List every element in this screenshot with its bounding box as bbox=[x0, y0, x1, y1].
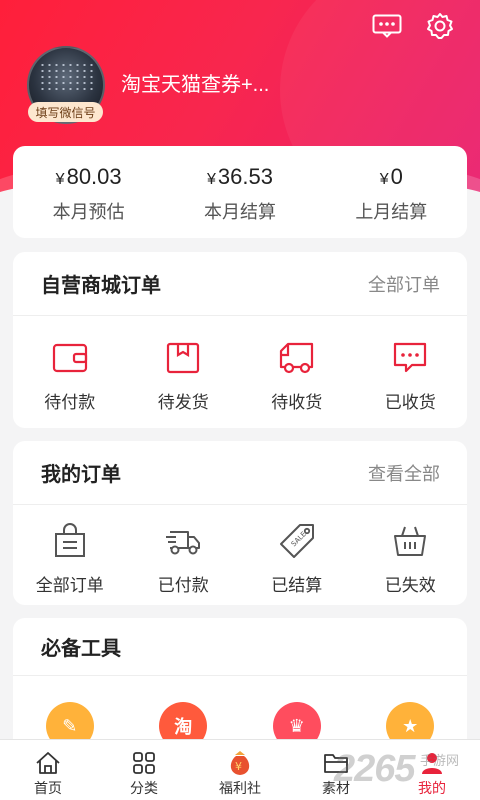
username: 淘宝天猫查券+... bbox=[121, 74, 270, 96]
tab-label: 我的 bbox=[418, 780, 446, 796]
message-icon bbox=[390, 338, 430, 378]
section-title: 我的订单 bbox=[41, 464, 121, 486]
stat-label: 本月预估 bbox=[52, 202, 125, 222]
earnings-card: ¥80.03 本月预估 ¥36.53 本月结算 ¥0 上月结算 bbox=[13, 146, 467, 238]
order-paid[interactable]: 已付款 bbox=[127, 505, 241, 605]
svg-text:¥: ¥ bbox=[235, 760, 242, 773]
currency-symbol: ¥ bbox=[55, 171, 65, 188]
tab-category[interactable]: 分类 bbox=[96, 740, 192, 800]
basket-icon bbox=[390, 521, 430, 561]
section-title: 必备工具 bbox=[41, 638, 121, 660]
order-expired[interactable]: 已失效 bbox=[354, 505, 468, 605]
shop-orders-card: 自营商城订单 全部订单 待付款 待发货 待收货 已收货 bbox=[13, 252, 467, 428]
order-status-label: 已收货 bbox=[384, 393, 436, 412]
home-icon bbox=[34, 750, 62, 776]
category-icon bbox=[130, 750, 158, 776]
order-status-label: 已失效 bbox=[384, 576, 436, 595]
shopping-bag-icon bbox=[50, 521, 90, 561]
tab-label: 分类 bbox=[130, 780, 158, 796]
watermark-sub: 手游网 bbox=[420, 753, 460, 768]
stat-label: 上月结算 bbox=[355, 202, 428, 222]
wechat-badge[interactable]: 填写微信号 bbox=[28, 102, 103, 122]
order-status-label: 待付款 bbox=[44, 393, 96, 412]
order-status-label: 待发货 bbox=[157, 393, 209, 412]
sale-tag-icon: SALE bbox=[277, 521, 317, 561]
order-all[interactable]: 全部订单 bbox=[13, 505, 127, 605]
message-icon[interactable] bbox=[371, 12, 403, 40]
money-bag-icon: ¥ bbox=[226, 750, 254, 776]
stat-month-estimate[interactable]: ¥80.03 本月预估 bbox=[13, 146, 164, 238]
tab-label: 首页 bbox=[34, 780, 62, 796]
order-pending-receipt[interactable]: 待收货 bbox=[240, 316, 354, 426]
stat-label: 本月结算 bbox=[203, 202, 276, 222]
wallet-icon bbox=[50, 338, 90, 378]
currency-symbol: ¥ bbox=[379, 171, 389, 188]
tools-header: 必备工具 bbox=[13, 618, 467, 676]
all-orders-link[interactable]: 全部订单 bbox=[368, 271, 440, 297]
delivery-truck-icon bbox=[163, 521, 203, 561]
tab-home[interactable]: 首页 bbox=[0, 740, 96, 800]
stat-value: 80.03 bbox=[66, 164, 122, 189]
currency-symbol: ¥ bbox=[207, 171, 216, 188]
truck-icon bbox=[277, 338, 317, 378]
stat-month-settled[interactable]: ¥36.53 本月结算 bbox=[164, 146, 315, 238]
order-settled[interactable]: SALE 已结算 bbox=[240, 505, 354, 605]
order-status-label: 待收货 bbox=[271, 393, 323, 412]
stat-last-month-settled[interactable]: ¥0 上月结算 bbox=[316, 146, 467, 238]
package-icon bbox=[163, 338, 203, 378]
my-orders-card: 我的订单 查看全部 全部订单 已付款 SALE 已结算 已失效 bbox=[13, 441, 467, 605]
order-status-label: 已付款 bbox=[157, 576, 209, 595]
tab-welfare[interactable]: ¥ 福利社 bbox=[192, 740, 288, 800]
tab-label: 福利社 bbox=[219, 780, 261, 796]
order-received[interactable]: 已收货 bbox=[354, 316, 468, 426]
view-all-link[interactable]: 查看全部 bbox=[368, 460, 440, 486]
order-pending-shipment[interactable]: 待发货 bbox=[127, 316, 241, 426]
shop-orders-header: 自营商城订单 全部订单 bbox=[13, 252, 467, 316]
watermark: 2265 bbox=[334, 748, 416, 790]
order-status-label: 已结算 bbox=[271, 576, 323, 595]
section-title: 自营商城订单 bbox=[41, 275, 161, 297]
stat-value: 36.53 bbox=[217, 164, 273, 189]
order-pending-payment[interactable]: 待付款 bbox=[13, 316, 127, 426]
gear-icon[interactable] bbox=[424, 12, 456, 40]
stat-value: 0 bbox=[390, 164, 403, 189]
order-status-label: 全部订单 bbox=[35, 576, 104, 595]
my-orders-header: 我的订单 查看全部 bbox=[13, 441, 467, 505]
